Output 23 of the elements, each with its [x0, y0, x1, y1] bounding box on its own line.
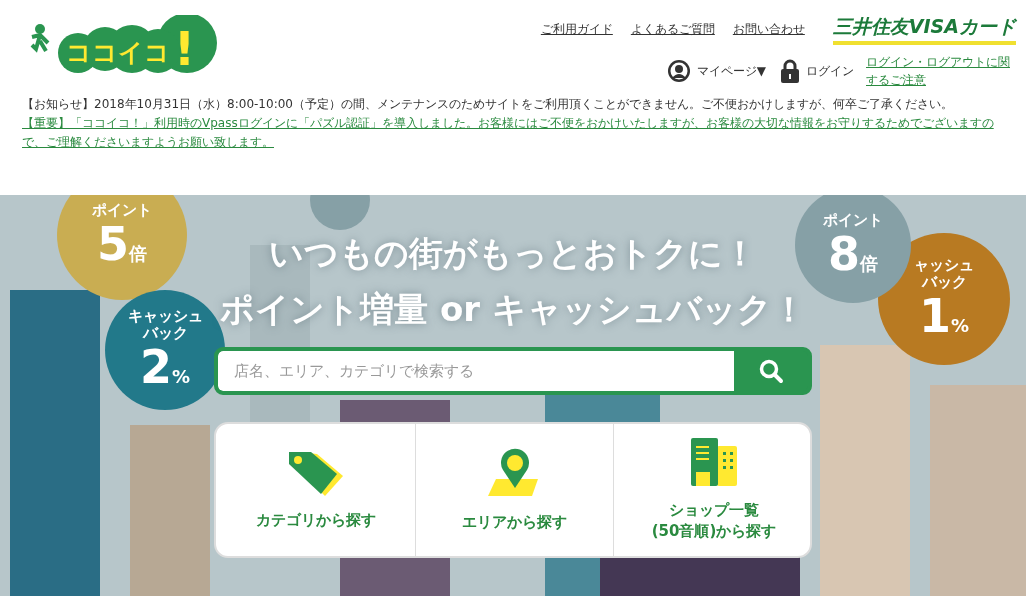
building-icon	[690, 438, 738, 486]
tag-icon	[286, 449, 345, 496]
browse-option[interactable]: エリアから探す	[416, 424, 614, 556]
user-icon	[666, 59, 691, 83]
browse-option[interactable]: ショップ一覧 (50音順)から探す	[614, 424, 814, 556]
browse-option[interactable]: カテゴリから探す	[216, 424, 416, 556]
mypage-link[interactable]: マイページ▼	[696, 62, 766, 80]
card-brand-logo[interactable]: 三井住友VISAカード	[832, 14, 1016, 45]
login-link[interactable]: ログイン	[806, 62, 854, 80]
lock-icon	[780, 59, 800, 83]
notice-link[interactable]: 【重要】「ココイコ！」利用時のVpassログインに「パズル認証」を導入しました。お客様にはご不便をおかけいたしますが、お客様の大切な情報をお守りするためでございますので、ご理解くださいますようお願い致します。	[22, 114, 1016, 152]
speech-bubble-drawing	[310, 195, 370, 230]
header-link[interactable]: よくあるご質問	[630, 21, 715, 38]
bubble-badge: ポイント 5倍	[57, 195, 187, 300]
search-field[interactable]: 店名、エリア、カテゴリで検索する	[214, 347, 812, 395]
hero-headline: いつもの街がもっとおトクに！	[269, 232, 757, 275]
login-notice-link[interactable]: ログイン・ログアウトに関するご注意	[866, 53, 1016, 89]
search-icon	[758, 358, 784, 384]
bubble-badge: ポイント 8倍	[795, 195, 911, 303]
header-link[interactable]: お問い合わせ	[732, 21, 805, 38]
logo[interactable]: ココイコ!	[30, 15, 220, 75]
notice-text: 【お知らせ】2018年10月31日（水）8:00-10:00（予定）の間、メンテナンスのためサイトをご利用頂くことができません。ご不便おかけしますが、何卒ご了承ください。	[22, 96, 954, 113]
header-link[interactable]: ご利用ガイド	[540, 21, 613, 38]
